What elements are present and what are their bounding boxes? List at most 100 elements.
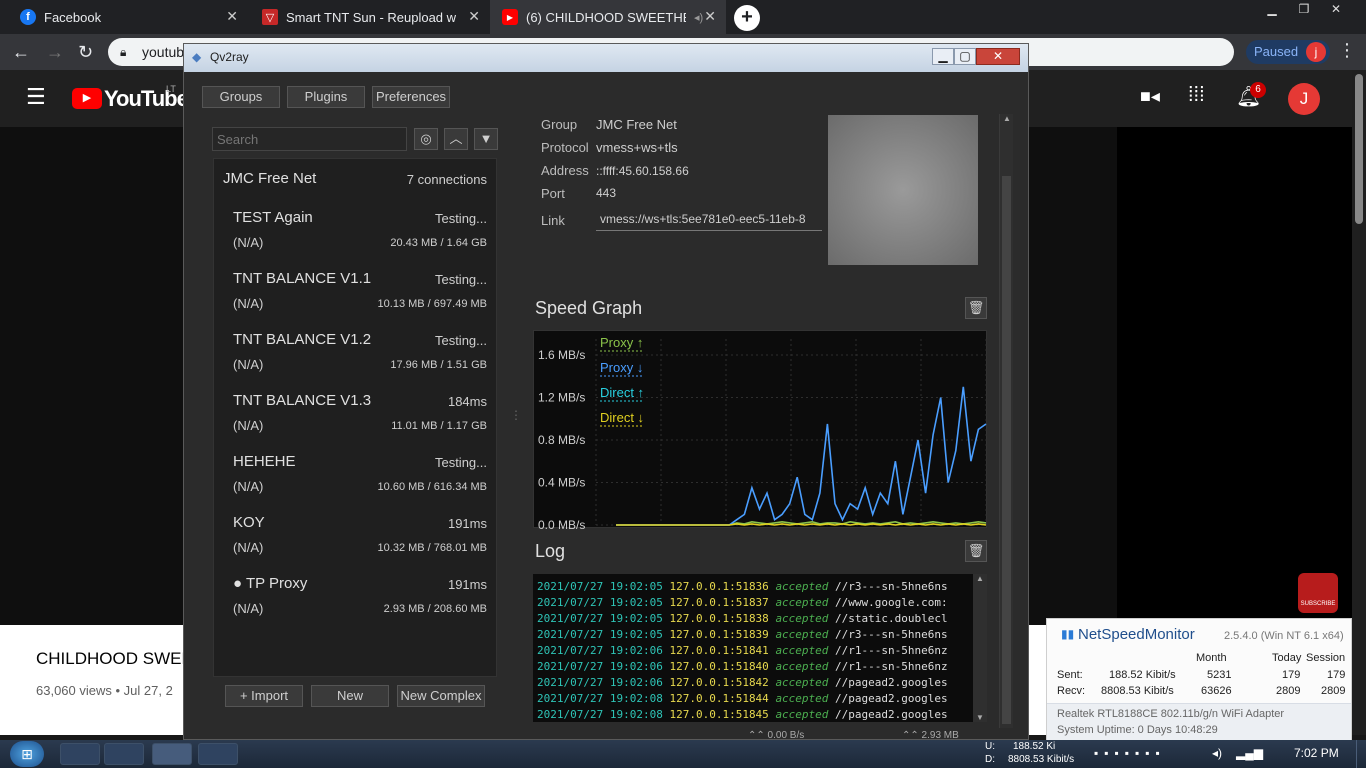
log-line: 2021/07/27 19:02:06 127.0.0.1:51840 acce… [537, 660, 948, 673]
log-view[interactable]: 2021/07/27 19:02:05 127.0.0.1:51836 acce… [533, 574, 973, 722]
close-window-icon[interactable]: ✕ [976, 48, 1020, 65]
preferences-button[interactable]: Preferences [372, 86, 450, 108]
log-destination: //www.google.com: [835, 596, 948, 609]
connection-name: KOY [233, 514, 265, 531]
clock[interactable]: 7:02 PM [1294, 746, 1339, 760]
close-tab-icon[interactable]: ✕ [704, 8, 716, 25]
download-label: D: [985, 754, 995, 765]
splitter-handle[interactable]: ⋮ [510, 408, 522, 422]
audio-icon[interactable]: ◂) [694, 11, 703, 24]
new-complex-button[interactable]: New Complex [397, 685, 485, 707]
import-button[interactable]: + Import [225, 685, 303, 707]
qv2ray-titlebar[interactable]: ◆ Qv2ray ▁ ▢ ✕ [184, 44, 1028, 72]
tab-strip: f Facebook ✕ ▽ Smart TNT Sun - Reupload … [0, 0, 1366, 34]
reload-icon[interactable]: ↻ [78, 42, 93, 63]
profile-avatar: j [1306, 42, 1326, 62]
recv-label: Recv: [1057, 685, 1086, 697]
connection-item[interactable]: HEHEHE Testing... (N/A) 10.60 MB / 616.34 M… [214, 451, 496, 507]
scroll-up-icon[interactable]: ▲ [1003, 114, 1011, 123]
connection-latency: (N/A) [233, 601, 264, 616]
new-button[interactable]: New [311, 685, 389, 707]
protocol-label: Protocol [541, 140, 589, 155]
scrollbar-thumb[interactable] [1355, 74, 1363, 224]
close-window-icon[interactable]: ✕ [1322, 0, 1350, 18]
log-source: 127.0.0.1:51845 [669, 708, 769, 721]
series-line-3 [616, 523, 987, 526]
clear-graph-trash-icon[interactable]: 🗑︎ [965, 297, 987, 319]
profile-paused-button[interactable]: Paused j [1246, 40, 1330, 64]
detail-scrollbar[interactable]: ▲ [999, 114, 1013, 728]
connection-latency: (N/A) [233, 479, 264, 494]
log-source: 127.0.0.1:51841 [669, 644, 769, 657]
close-tab-icon[interactable]: ✕ [468, 8, 480, 25]
apps-grid-icon[interactable]: ⁞⁞⁞ [1188, 84, 1205, 107]
log-time: 19:02:06 [609, 644, 663, 657]
plugins-button[interactable]: Plugins [287, 86, 365, 108]
collapse-up-icon[interactable]: ︿ [444, 128, 468, 150]
show-desktop-button[interactable] [1356, 740, 1366, 768]
restore-icon[interactable]: ❐ [1290, 0, 1318, 18]
connection-item[interactable]: TNT BALANCE V1.1 Testing... (N/A) 10.13 MB … [214, 268, 496, 324]
connection-item[interactable]: ● TP Proxy 191ms (N/A) 2.93 MB / 208.60 MB [214, 573, 496, 629]
hamburger-menu-icon[interactable]: ☰ [26, 84, 46, 110]
back-icon[interactable]: ← [12, 42, 30, 63]
scrollbar-thumb[interactable] [1002, 176, 1011, 724]
scroll-up-icon[interactable]: ▲ [976, 574, 984, 583]
qr-code-image[interactable] [828, 115, 978, 265]
menu-dots-icon[interactable]: ⋮ [1338, 40, 1356, 61]
expand-down-icon[interactable]: ▼ [474, 128, 498, 150]
adapter-name: Realtek RTL8188CE 802.11b/g/n WiFi Adapt… [1057, 708, 1285, 720]
log-scrollbar[interactable]: ▲ ▼ [973, 574, 987, 722]
clear-log-trash-icon[interactable]: 🗑︎ [965, 540, 987, 562]
group-name[interactable]: JMC Free Net [223, 170, 316, 187]
minimize-icon[interactable]: ▁ [1258, 0, 1286, 18]
qv2ray-taskbar-icon[interactable] [152, 743, 192, 765]
connection-name: HEHEHE [233, 453, 296, 470]
chrome-taskbar-icon[interactable] [104, 743, 144, 765]
wifi-signal-icon[interactable]: ▂▄▆ [1236, 746, 1263, 760]
close-tab-icon[interactable]: ✕ [226, 8, 238, 25]
connection-name: TNT BALANCE V1.3 [233, 392, 372, 409]
connection-item[interactable]: KOY 191ms (N/A) 10.32 MB / 768.01 MB [214, 512, 496, 568]
tab-facebook[interactable]: f Facebook ✕ [8, 0, 248, 34]
minimize-icon[interactable]: ▁ [932, 48, 954, 65]
log-action: accepted [775, 628, 829, 641]
logo-region: LT [166, 84, 176, 94]
connection-item[interactable]: TEST Again Testing... (N/A) 20.43 MB / 1.64… [214, 207, 496, 263]
groups-button[interactable]: Groups [202, 86, 280, 108]
system-uptime: System Uptime: 0 Days 10:48:29 [1057, 724, 1218, 736]
col-month: Month [1196, 652, 1227, 664]
page-scrollbar[interactable] [1352, 70, 1366, 735]
link-field[interactable]: vmess://ws+tls:5ee781e0-eec5-11eb-8 [596, 209, 822, 231]
connection-item[interactable]: TNT BALANCE V1.2 Testing... (N/A) 17.96 MB … [214, 329, 496, 385]
log-date: 2021/07/27 [537, 628, 604, 641]
connection-latency: (N/A) [233, 418, 264, 433]
tab-title: Smart TNT Sun - Reupload wait | [286, 9, 456, 25]
log-line: 2021/07/27 19:02:05 127.0.0.1:51836 acce… [537, 580, 948, 593]
maximize-icon[interactable]: ▢ [954, 48, 976, 65]
tab-title: (6) CHILDHOOD SWEETHEAR [526, 9, 686, 25]
connection-item[interactable]: TNT BALANCE V1.3 184ms (N/A) 11.01 MB / 1.1… [214, 390, 496, 446]
log-action: accepted [775, 708, 829, 721]
connection-list: JMC Free Net 7 connections TEST Again Tes… [213, 158, 497, 677]
new-tab-button[interactable]: + [734, 5, 760, 31]
volume-icon[interactable]: ◂) [1212, 746, 1222, 760]
start-button-icon[interactable]: ⊞ [10, 741, 44, 767]
notepad-taskbar-icon[interactable] [198, 743, 238, 765]
log-destination: //r3---sn-5hne6ns [835, 580, 948, 593]
create-video-icon[interactable]: ■◂ [1140, 86, 1160, 107]
search-input[interactable] [212, 127, 407, 151]
address-label: Address [541, 163, 589, 178]
tab-tnt[interactable]: ▽ Smart TNT Sun - Reupload wait | ✕ [250, 0, 490, 34]
explorer-taskbar-icon[interactable] [60, 743, 100, 765]
log-destination: //pagead2.googles [835, 676, 948, 689]
tab-youtube[interactable]: ▶ (6) CHILDHOOD SWEETHEAR ◂) ✕ [490, 0, 726, 34]
scroll-down-icon[interactable]: ▼ [976, 713, 984, 722]
forward-icon[interactable]: → [46, 42, 64, 63]
system-tray-icons[interactable]: ▪▪▪▪▪▪▪ [1094, 746, 1166, 760]
user-avatar[interactable]: J [1288, 83, 1320, 115]
series-line-1 [616, 386, 987, 526]
subscribe-watermark[interactable]: SUBSCRIBE [1298, 573, 1338, 613]
locate-icon[interactable]: ◎ [414, 128, 438, 150]
youtube-logo-icon[interactable]: ▶ [72, 88, 102, 109]
